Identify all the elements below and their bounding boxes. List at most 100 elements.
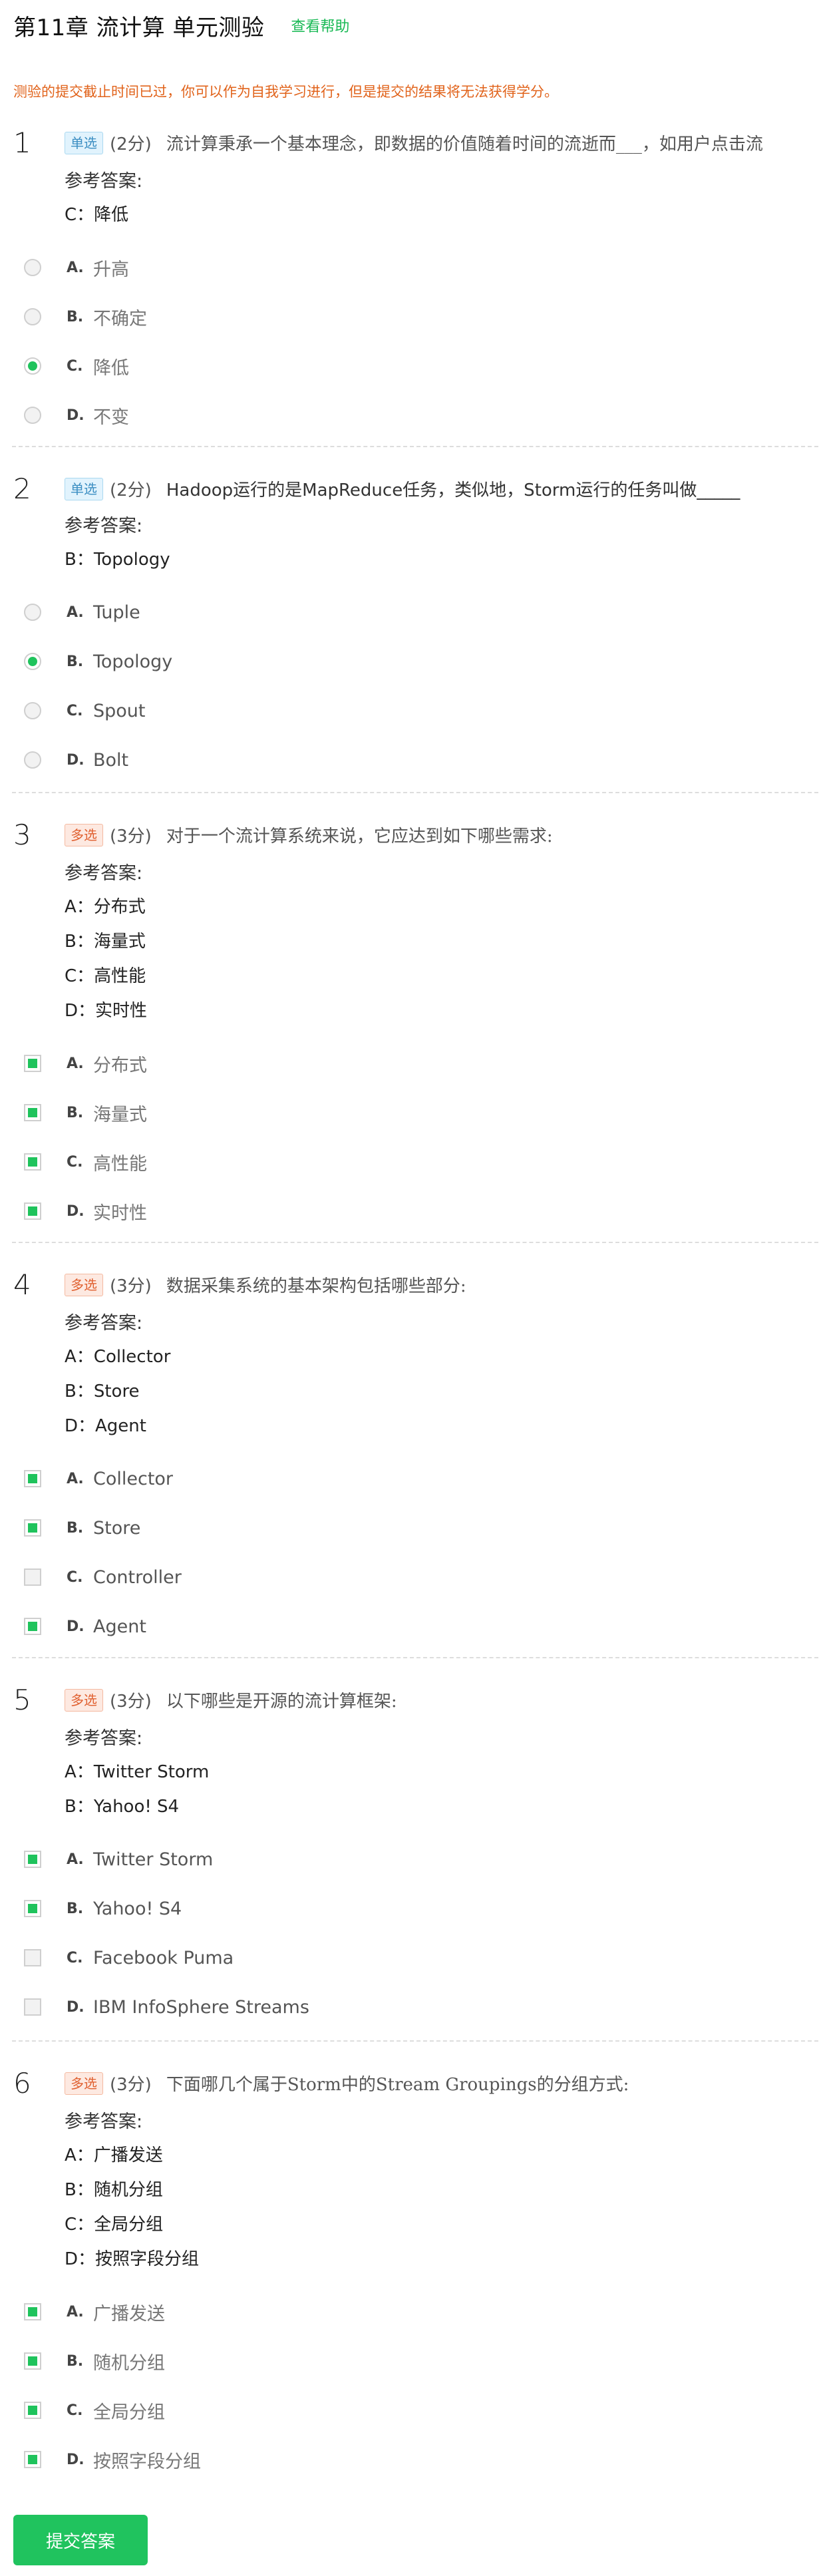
option-letter: C. [67,357,83,375]
option-d[interactable]: D. Agent [24,1612,789,1641]
option-c[interactable]: C. Facebook Puma [24,1943,789,1972]
option-letter: C. [67,702,83,719]
radio-button-selected[interactable] [24,653,41,670]
option-d[interactable]: D. 按照字段分组 [24,2445,789,2474]
option-text: 不变 [93,407,129,428]
checkbox-checked[interactable] [24,2402,41,2419]
reference-answer: B：Topology [65,550,170,570]
option-letter: A. [67,1055,84,1072]
question-text: 流计算秉承一个基本理念，即数据的价值随着时间的流逝而___，如用户点击流 [166,134,763,154]
option-letter: A. [67,2303,84,2320]
submit-answers-button[interactable]: 提交答案 [13,2515,148,2565]
help-link[interactable]: 查看帮助 [291,15,349,36]
option-d[interactable]: D. 不变 [24,401,789,430]
checkbox[interactable] [24,1998,41,2016]
option-letter: D. [67,1202,84,1220]
option-letter: B. [67,1519,84,1537]
page-title: 第11章 流计算 单元测验 [13,14,265,41]
question-stem: 多选 (3分) 下面哪几个属于Storm中的Stream Groupings的分… [65,2071,629,2096]
deadline-notice: 测验的提交截止时间已过，你可以作为自我学习进行，但是提交的结果将无法获得学分。 [13,84,558,100]
checkbox-checked[interactable] [24,1470,41,1487]
question-type-badge: 多选 [65,1273,103,1296]
option-text: Agent [93,1616,146,1637]
question-score: (2分) [110,480,152,500]
option-a[interactable]: A. 升高 [24,253,789,282]
radio-button[interactable] [24,407,41,424]
option-a[interactable]: A. Collector [24,1464,789,1493]
option-c[interactable]: C. Spout [24,696,789,725]
radio-button[interactable] [24,259,41,276]
radio-button-selected[interactable] [24,357,41,375]
quiz-page: 第11章 流计算 单元测验 查看帮助 测验的提交截止时间已过，你可以作为自我学习… [0,0,821,2576]
reference-answer: A：Collector [65,1347,171,1367]
option-c[interactable]: C. 全局分组 [24,2396,789,2425]
option-c[interactable]: C. Controller [24,1563,789,1592]
radio-button[interactable] [24,751,41,769]
reference-answer: A：广播发送 [65,2145,163,2165]
option-b[interactable]: B. 不确定 [24,302,789,331]
question-text: Hadoop运行的是MapReduce任务，类似地，Storm运行的任务叫做__… [166,480,740,500]
checkbox-checked[interactable] [24,1900,41,1917]
question-score: (3分) [110,2075,152,2095]
radio-button[interactable] [24,308,41,325]
radio-button[interactable] [24,702,41,719]
reference-answer: B：海量式 [65,932,146,952]
option-letter: C. [67,1949,83,1966]
question-stem: 多选 (3分) 数据采集系统的基本架构包括哪些部分: [65,1272,466,1297]
radio-button[interactable] [24,604,41,621]
reference-answer: A：分布式 [65,897,146,917]
option-letter: A. [67,1470,84,1487]
option-text: 升高 [93,259,129,280]
checkbox-checked[interactable] [24,1519,41,1537]
option-b[interactable]: B. Store [24,1513,789,1543]
checkbox-checked[interactable] [24,1851,41,1868]
reference-answer: A：Twitter Storm [65,1762,210,1782]
option-text: 海量式 [93,1104,147,1125]
option-b[interactable]: B. Topology [24,647,789,676]
question-type-badge: 多选 [65,2072,103,2095]
divider [12,1242,818,1243]
option-letter: D. [67,2451,84,2468]
option-c[interactable]: C. 降低 [24,351,789,381]
option-text: IBM InfoSphere Streams [93,1996,309,2018]
reference-answer: B：Yahoo! S4 [65,1797,180,1817]
option-b[interactable]: B. 随机分组 [24,2346,789,2376]
checkbox-checked[interactable] [24,1202,41,1220]
checkbox-checked[interactable] [24,1055,41,1072]
header: 第11章 流计算 单元测验 查看帮助 [0,5,821,45]
option-letter: B. [67,308,84,325]
option-text: Topology [93,651,173,672]
reference-answer: D：按照字段分组 [65,2249,200,2269]
question-number: 4 [13,1268,31,1301]
question-stem: 多选 (3分) 以下哪些是开源的流计算框架: [65,1688,397,1712]
checkbox-checked[interactable] [24,2451,41,2468]
question-type-badge: 多选 [65,823,103,846]
reference-answer-label: 参考答案: [65,1728,143,1749]
option-d[interactable]: D. 实时性 [24,1196,789,1226]
option-letter: B. [67,1104,84,1121]
option-a[interactable]: A. 广播发送 [24,2297,789,2326]
option-letter: D. [67,1618,84,1635]
option-text: 降低 [93,357,129,379]
reference-answer: D：实时性 [65,1001,148,1021]
checkbox[interactable] [24,1949,41,1966]
option-letter: B. [67,653,84,670]
checkbox-checked[interactable] [24,1618,41,1635]
option-d[interactable]: D. IBM InfoSphere Streams [24,1992,789,2022]
option-b[interactable]: B. Yahoo! S4 [24,1894,789,1923]
option-a[interactable]: A. 分布式 [24,1049,789,1078]
checkbox-checked[interactable] [24,2303,41,2320]
option-text: Collector [93,1468,174,1489]
option-text: Facebook Puma [93,1947,234,1968]
question-number: 6 [13,2067,31,2100]
option-c[interactable]: C. 高性能 [24,1147,789,1177]
checkbox-checked[interactable] [24,1153,41,1171]
option-a[interactable]: A. Twitter Storm [24,1845,789,1874]
checkbox[interactable] [24,1568,41,1586]
option-b[interactable]: B. 海量式 [24,1098,789,1127]
checkbox-checked[interactable] [24,2352,41,2370]
option-a[interactable]: A. Tuple [24,598,789,627]
checkbox-checked[interactable] [24,1104,41,1121]
option-d[interactable]: D. Bolt [24,745,789,775]
divider [12,446,818,447]
